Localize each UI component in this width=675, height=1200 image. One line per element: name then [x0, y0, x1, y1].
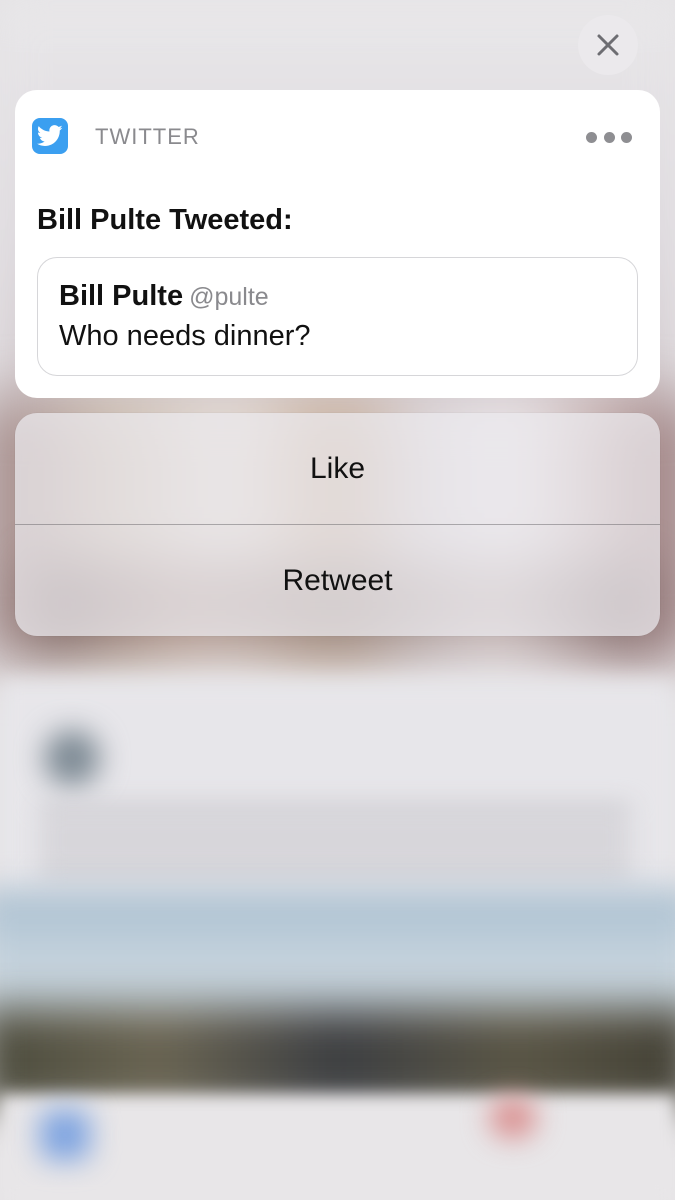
background-blur-tab-icon: [40, 1110, 90, 1160]
background-blur-text-lines: [40, 805, 630, 875]
like-button[interactable]: Like: [15, 413, 660, 524]
background-blur-tab-badge: [490, 1098, 536, 1138]
background-blur-tabbar: [0, 1095, 675, 1200]
notification-title: Bill Pulte Tweeted:: [37, 204, 293, 236]
more-options-icon: [621, 131, 632, 143]
background-blur-sky: [0, 890, 675, 1030]
background-blur-avatar: [44, 730, 100, 786]
tweet-text: Who needs dinner?: [59, 320, 311, 352]
notification-header: TWITTER: [15, 90, 660, 182]
close-icon: [596, 33, 620, 57]
more-options-icon: [586, 131, 597, 143]
background-blur-feed: [0, 680, 675, 910]
close-button[interactable]: [578, 15, 638, 75]
tweet-author: Bill Pulte @pulte: [59, 280, 269, 313]
notification-actions: Like Retweet: [15, 413, 660, 636]
retweet-button[interactable]: Retweet: [15, 525, 660, 636]
more-options-icon: [603, 131, 615, 143]
more-options-button[interactable]: [586, 128, 632, 146]
notification-card[interactable]: TWITTER Bill Pulte Tweeted: Bill Pulte @p…: [15, 90, 660, 398]
tweet-author-name: Bill Pulte: [59, 280, 184, 312]
tweet-author-handle: @pulte: [189, 283, 269, 311]
twitter-bird-icon: [32, 118, 68, 154]
tweet-preview: Bill Pulte @pulte Who needs dinner?: [37, 257, 638, 376]
app-name: TWITTER: [95, 124, 200, 149]
